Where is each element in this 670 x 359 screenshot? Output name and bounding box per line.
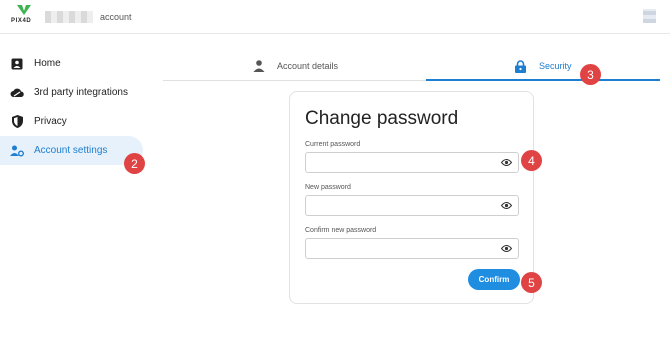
logo-mark-icon [17, 5, 31, 15]
callout-badge: 3 [580, 64, 601, 85]
sidebar-item-integrations[interactable]: 3rd party integrations [0, 78, 150, 107]
confirm-button[interactable]: Confirm [468, 269, 520, 290]
header-title: account [100, 12, 132, 22]
confirm-password-input[interactable] [306, 239, 486, 259]
tab-security[interactable]: Security [515, 50, 572, 81]
sidebar-item-label: Account settings [34, 145, 108, 156]
sidebar-item-account-settings[interactable]: Account settings [0, 136, 143, 165]
cloud-link-icon [10, 86, 24, 100]
shield-icon [10, 115, 24, 129]
new-password-input[interactable] [306, 196, 486, 216]
active-tab-indicator [426, 79, 660, 81]
top-header: PIX4D account [0, 0, 670, 34]
home-icon [10, 57, 24, 71]
current-password-field [305, 152, 519, 173]
tab-label: Account details [277, 60, 339, 71]
sidebar-item-label: 3rd party integrations [34, 87, 128, 98]
sidebar-item-privacy[interactable]: Privacy [0, 107, 150, 136]
sidebar-item-home[interactable]: Home [0, 49, 150, 78]
sidebar-item-label: Privacy [34, 116, 67, 127]
eye-icon[interactable] [501, 244, 512, 253]
eye-icon[interactable] [501, 158, 512, 167]
new-password-field [305, 195, 519, 216]
logo-text: PIX4D [11, 18, 32, 24]
pix4d-logo[interactable]: PIX4D [11, 5, 37, 29]
person-icon [253, 59, 265, 72]
confirm-password-label: Confirm new password [305, 227, 377, 234]
change-password-card: Change password Current password New pas… [289, 91, 534, 304]
user-avatar[interactable] [643, 9, 656, 23]
new-password-label: New password [305, 184, 351, 191]
callout-badge: 5 [521, 272, 542, 293]
page-title: Change password [305, 108, 459, 129]
current-password-label: Current password [305, 141, 361, 148]
tab-label: Security [539, 60, 572, 71]
lock-icon [515, 59, 527, 73]
confirm-password-field [305, 238, 519, 259]
blurred-username [45, 11, 93, 23]
callout-badge: 2 [124, 153, 145, 174]
sidebar-item-label: Home [34, 58, 61, 69]
eye-icon[interactable] [501, 201, 512, 210]
tab-account-details[interactable]: Account details [253, 50, 338, 81]
sidebar: Home 3rd party integrations Privacy Acco… [0, 48, 150, 165]
user-gear-icon [10, 144, 24, 158]
callout-badge: 4 [521, 150, 542, 171]
current-password-input[interactable] [306, 153, 486, 173]
